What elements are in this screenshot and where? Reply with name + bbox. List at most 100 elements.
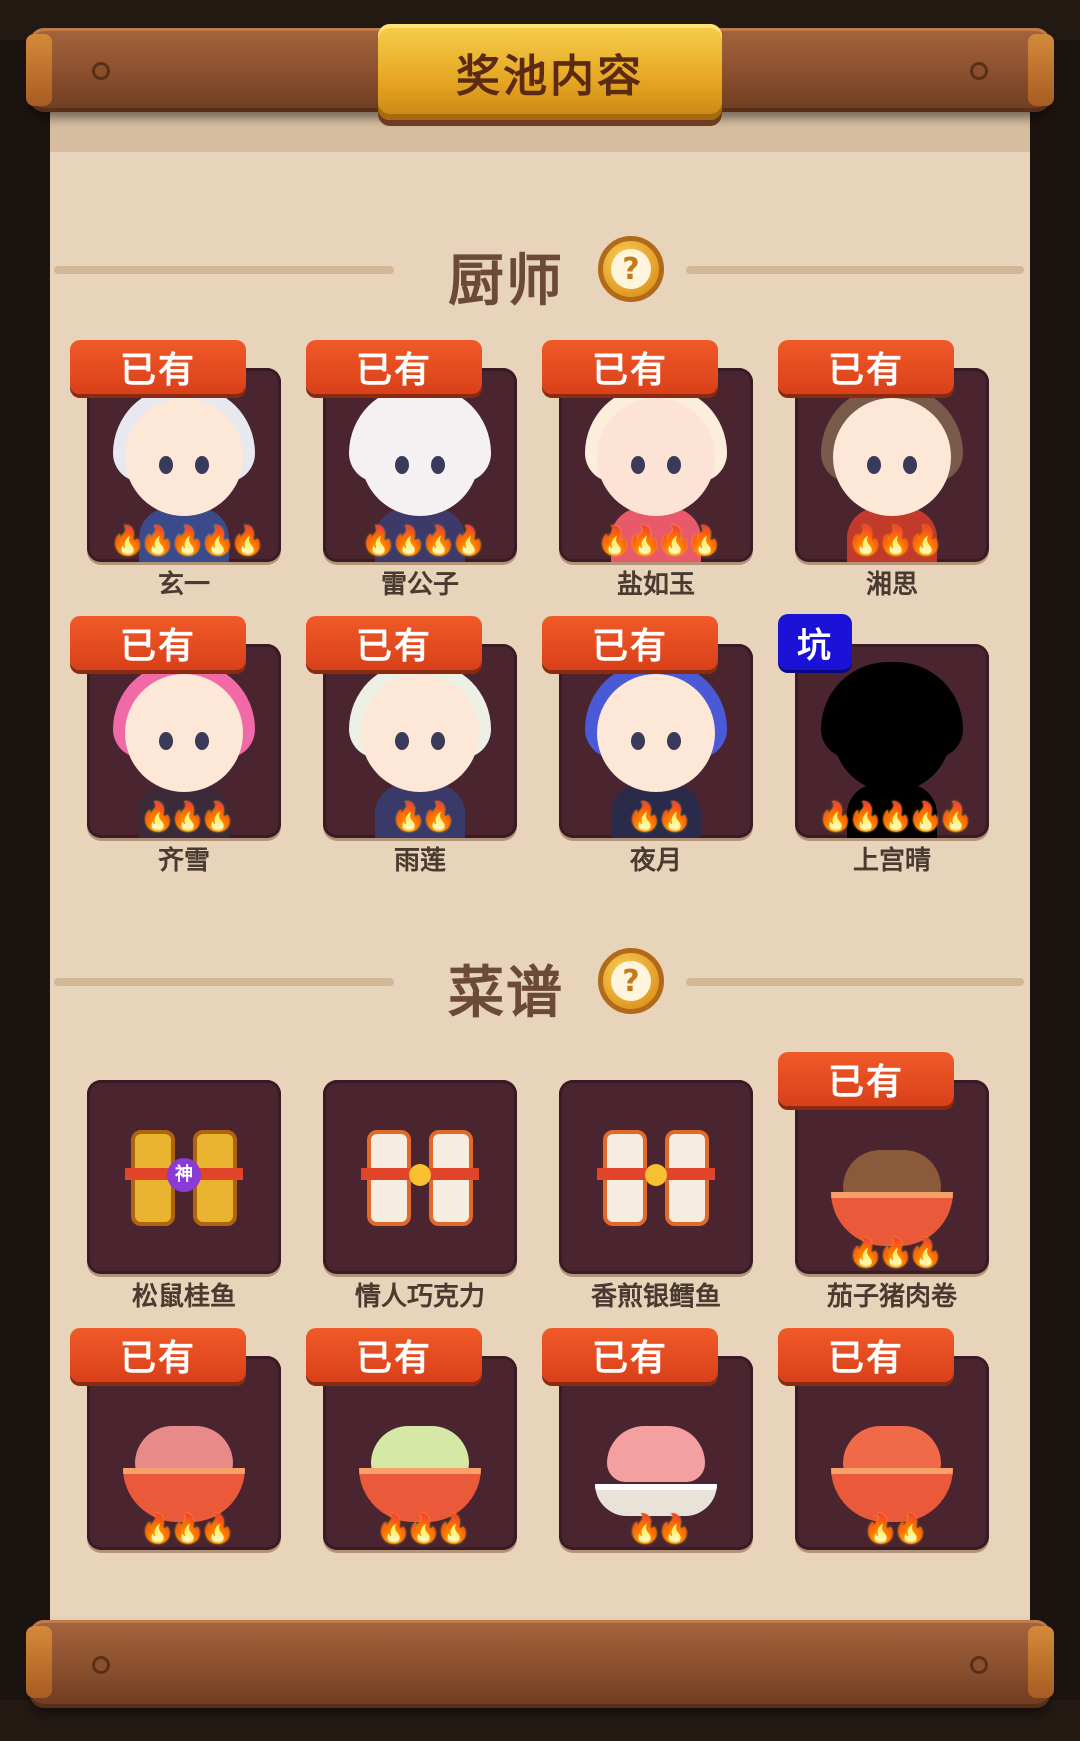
chef-eye xyxy=(395,456,409,474)
flame-icon: 🔥 xyxy=(200,524,235,557)
chef-portrait[interactable]: 🔥 🔥 🔥 🔥 🔥 xyxy=(795,644,989,838)
chef-face xyxy=(361,674,479,792)
chef-eye xyxy=(903,456,917,474)
recipe-image[interactable]: 神 xyxy=(87,1080,281,1274)
recipe-name: 情人巧克力 xyxy=(354,1282,485,1312)
flame-icon: 🔥 xyxy=(170,800,205,833)
chef-portrait[interactable]: 🔥 🔥 xyxy=(323,644,517,838)
rod-cap-left xyxy=(26,34,52,106)
rod-cap-right xyxy=(1028,34,1054,106)
owned-badge: 已有 xyxy=(306,616,482,670)
flame-icon: 🔥 xyxy=(627,800,662,833)
recipe-name: 香煎银鳕鱼 xyxy=(590,1282,721,1312)
chef-eye xyxy=(631,732,645,750)
chef-portrait[interactable]: 🔥 🔥 🔥 xyxy=(87,644,281,838)
ribbon-knot xyxy=(409,1164,431,1186)
recipe-name: 茄子猪肉卷 xyxy=(826,1282,957,1312)
owned-badge: 已有 xyxy=(778,340,954,394)
chef-name: 湘思 xyxy=(865,570,918,600)
nail-icon xyxy=(970,62,988,80)
chef-portrait[interactable]: 🔥 🔥 🔥 🔥 xyxy=(323,368,517,562)
chef-face xyxy=(125,398,243,516)
chef-name: 夜月 xyxy=(629,846,682,876)
star-rating: 🔥 🔥 🔥 xyxy=(87,1512,281,1546)
flame-icon: 🔥 xyxy=(657,800,692,833)
divider xyxy=(686,978,1024,986)
dish-food xyxy=(607,1426,705,1482)
chef-eye xyxy=(431,732,445,750)
owned-badge: 已有 xyxy=(542,340,718,394)
chef-name: 盐如玉 xyxy=(616,570,695,600)
god-seal-icon: 神 xyxy=(167,1158,201,1192)
flame-icon: 🔥 xyxy=(170,524,205,557)
page-title: 奖池内容 xyxy=(456,51,644,102)
flame-icon: 🔥 xyxy=(140,524,175,557)
pit-badge: 坑 xyxy=(778,614,852,670)
chef-face xyxy=(597,674,715,792)
chef-name: 玄一 xyxy=(157,570,210,600)
chef-section-header: 厨师 ? xyxy=(50,230,1030,314)
chef-face xyxy=(361,398,479,516)
flame-icon: 🔥 xyxy=(627,524,662,557)
recipe-image[interactable]: 🔥 🔥 xyxy=(795,1356,989,1550)
flame-icon: 🔥 xyxy=(406,1512,441,1545)
chef-eye xyxy=(867,456,881,474)
recipe-help-button[interactable]: ? xyxy=(598,948,664,1014)
flame-icon: 🔥 xyxy=(908,524,943,557)
divider xyxy=(54,266,394,274)
star-rating: 🔥 🔥 🔥 🔥 🔥 xyxy=(87,524,281,558)
flame-icon: 🔥 xyxy=(848,1236,883,1269)
nail-icon xyxy=(970,1656,988,1674)
flame-icon: 🔥 xyxy=(140,1512,175,1545)
recipe-image[interactable]: 🔥 🔥 🔥 xyxy=(323,1356,517,1550)
flame-icon: 🔥 xyxy=(878,524,913,557)
owned-badge: 已有 xyxy=(778,1052,954,1106)
flame-icon: 🔥 xyxy=(421,524,456,557)
flame-icon: 🔥 xyxy=(391,524,426,557)
chef-help-button[interactable]: ? xyxy=(598,236,664,302)
chef-face xyxy=(125,674,243,792)
owned-badge: 已有 xyxy=(542,616,718,670)
flame-icon: 🔥 xyxy=(893,1512,928,1545)
flame-icon: 🔥 xyxy=(110,524,145,557)
chef-eye xyxy=(667,456,681,474)
flame-icon: 🔥 xyxy=(878,800,913,833)
chef-eye xyxy=(395,732,409,750)
chef-portrait[interactable]: 🔥 🔥 xyxy=(559,644,753,838)
chef-name: 上宫晴 xyxy=(852,846,931,876)
flame-icon: 🔥 xyxy=(908,800,943,833)
star-rating: 🔥 🔥 🔥 xyxy=(795,524,989,558)
owned-badge: 已有 xyxy=(306,1328,482,1382)
star-rating: 🔥 🔥 🔥 xyxy=(795,1236,989,1270)
star-rating: 🔥 🔥 xyxy=(559,800,753,834)
flame-icon: 🔥 xyxy=(687,524,722,557)
owned-badge: 已有 xyxy=(70,616,246,670)
flame-icon: 🔥 xyxy=(230,524,265,557)
flame-icon: 🔥 xyxy=(657,524,692,557)
owned-badge: 已有 xyxy=(70,1328,246,1382)
chef-face xyxy=(833,674,951,792)
chef-portrait[interactable]: 🔥 🔥 🔥 xyxy=(795,368,989,562)
flame-icon: 🔥 xyxy=(938,800,973,833)
nail-icon xyxy=(92,1656,110,1674)
chef-portrait[interactable]: 🔥 🔥 🔥 🔥 🔥 xyxy=(87,368,281,562)
flame-icon: 🔥 xyxy=(451,524,486,557)
rod-cap-left xyxy=(26,1626,52,1698)
recipe-image[interactable] xyxy=(559,1080,753,1274)
recipe-image[interactable]: 🔥 🔥 🔥 xyxy=(87,1356,281,1550)
flame-icon: 🔥 xyxy=(170,1512,205,1545)
owned-badge: 已有 xyxy=(778,1328,954,1382)
recipe-image[interactable] xyxy=(323,1080,517,1274)
chef-face xyxy=(597,398,715,516)
flame-icon: 🔥 xyxy=(627,1512,662,1545)
flame-icon: 🔥 xyxy=(436,1512,471,1545)
recipe-image[interactable]: 🔥 🔥 🔥 xyxy=(795,1080,989,1274)
ribbon-knot xyxy=(645,1164,667,1186)
chef-portrait[interactable]: 🔥 🔥 🔥 🔥 xyxy=(559,368,753,562)
owned-badge: 已有 xyxy=(306,340,482,394)
recipe-image[interactable]: 🔥 🔥 xyxy=(559,1356,753,1550)
flame-icon: 🔥 xyxy=(391,800,426,833)
question-icon: ? xyxy=(611,961,651,1001)
star-rating: 🔥 🔥 🔥 🔥 xyxy=(323,524,517,558)
flame-icon: 🔥 xyxy=(140,800,175,833)
